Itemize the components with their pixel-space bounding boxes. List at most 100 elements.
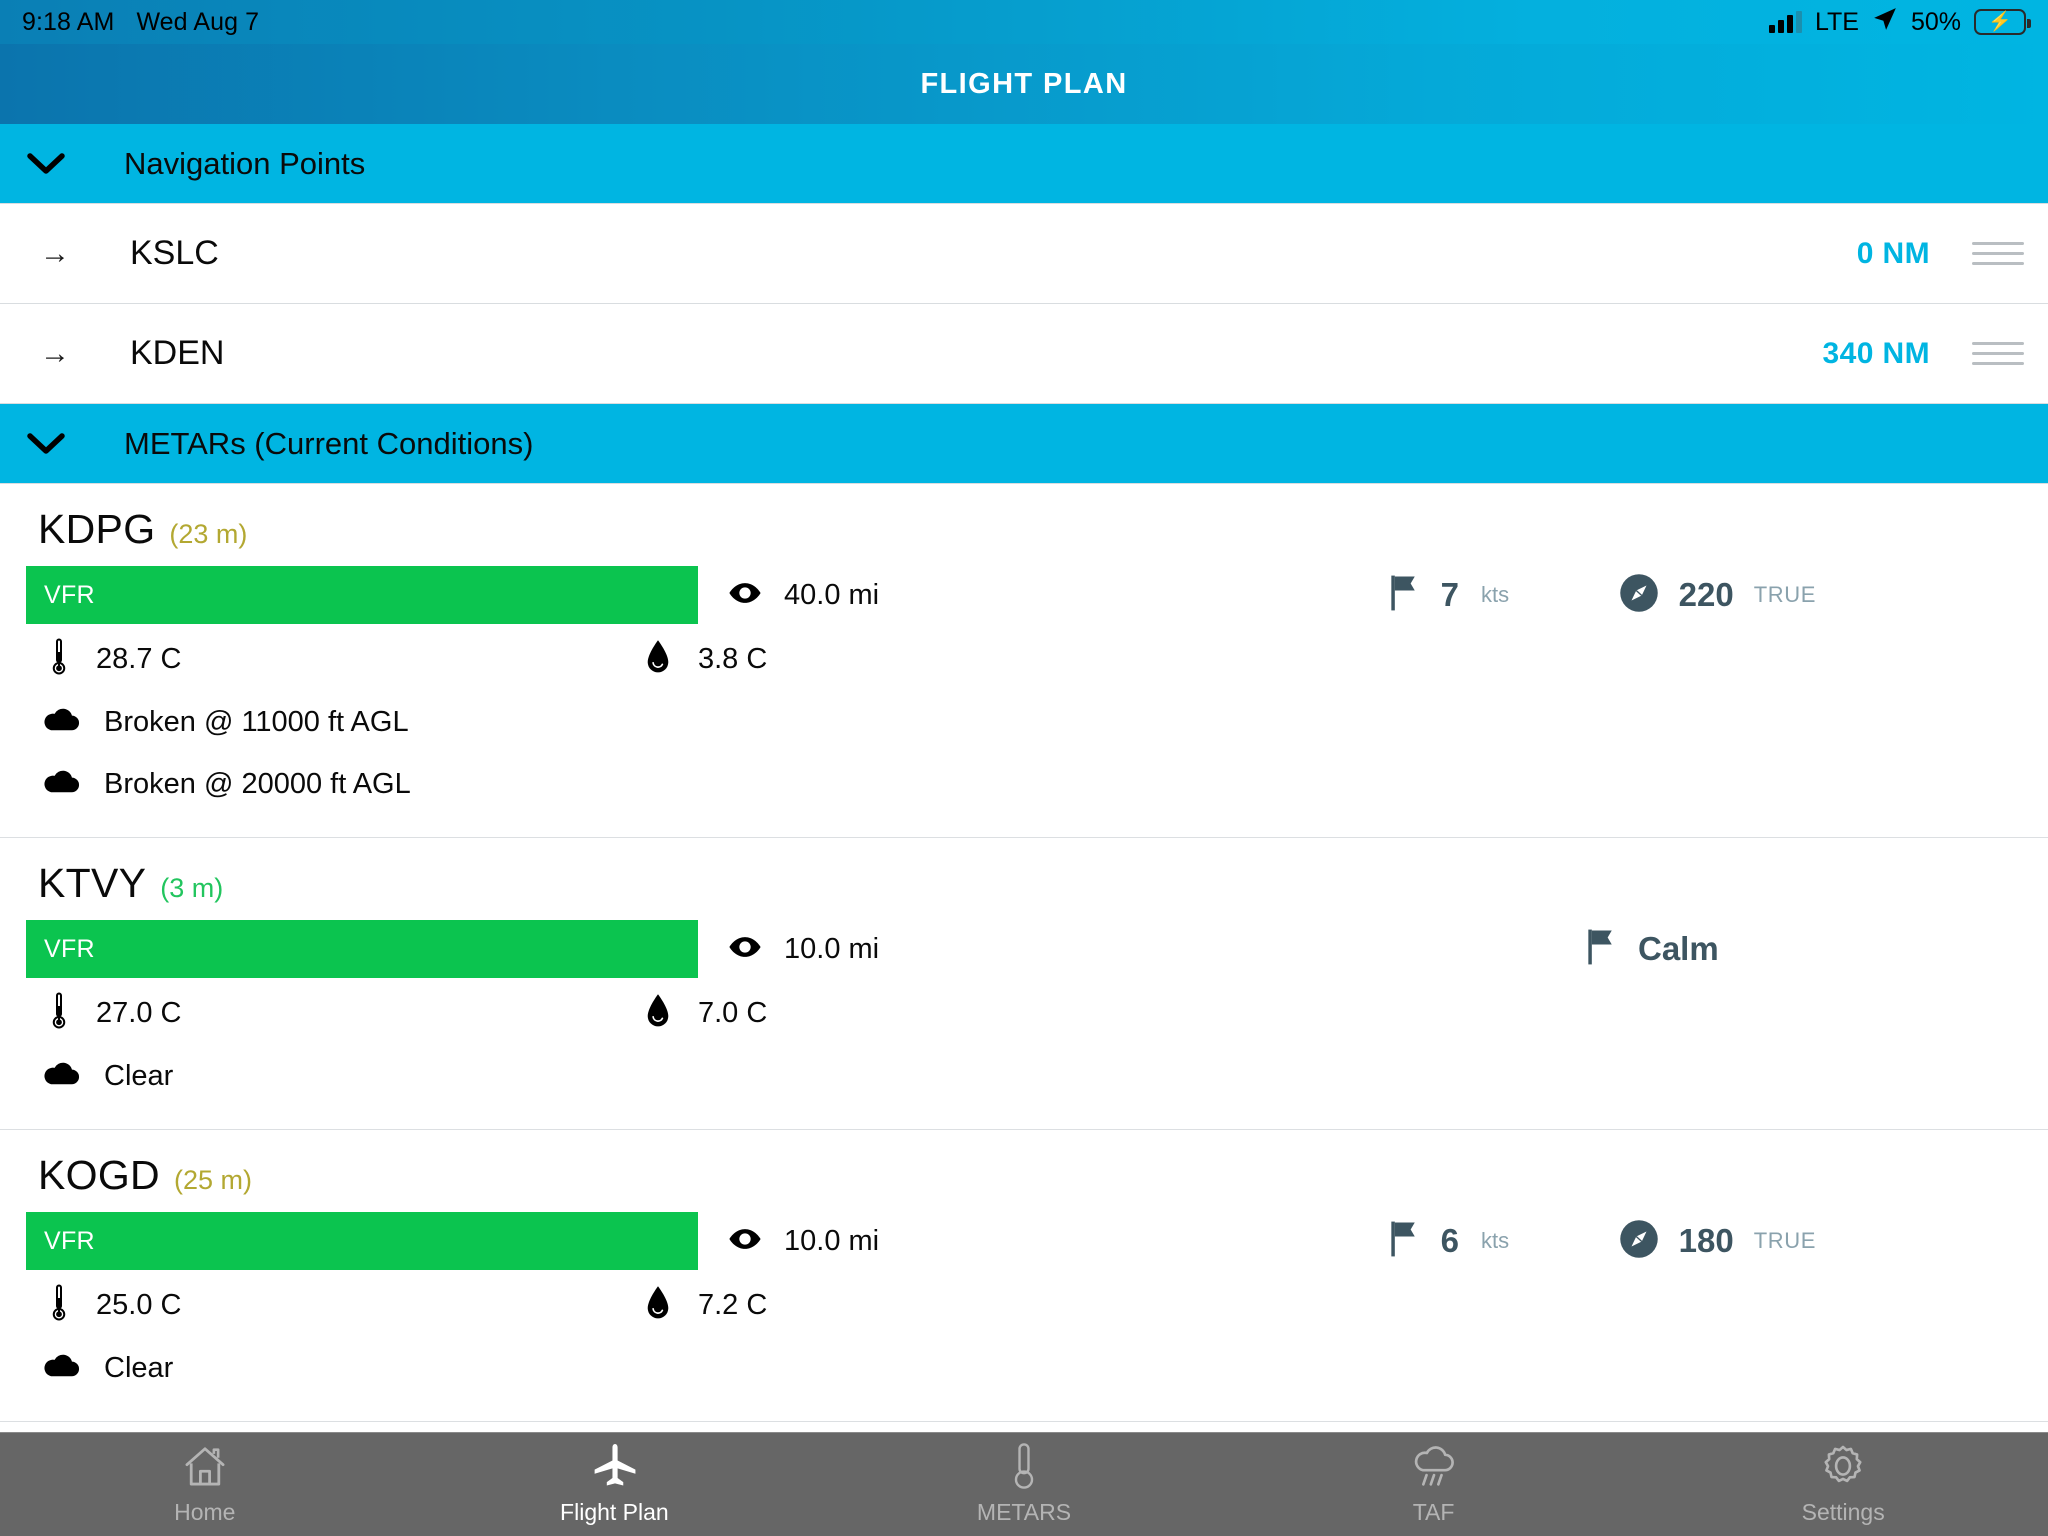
dewpoint-value: 3.8 C xyxy=(698,642,768,675)
drag-handle-icon[interactable] xyxy=(1972,342,2024,365)
flight-category-badge: VFR xyxy=(26,1212,698,1270)
flight-category-badge: VFR xyxy=(26,566,698,624)
dewpoint-cell: 7.2 C xyxy=(644,1285,767,1326)
station-age: (23 m) xyxy=(169,519,248,549)
metar-card[interactable]: KDPG (23 m) VFR 40.0 mi 7 kts 220 TRUE 28.7 C 3.8… xyxy=(0,484,2048,838)
status-bar-right: LTE 50% ⚡ xyxy=(1768,6,2031,39)
station-id: KTVY xyxy=(38,860,147,906)
status-bar-left: 9:18 AM Wed Aug 7 xyxy=(22,8,259,37)
eye-icon xyxy=(728,1222,762,1261)
wind-speed-cell: 6 kts xyxy=(1389,1220,1619,1263)
wind-group: Calm xyxy=(1586,928,2048,971)
rain-cloud-icon xyxy=(1409,1443,1459,1489)
chevron-down-icon[interactable] xyxy=(24,151,68,177)
metar-station-header: KDPG (23 m) xyxy=(0,500,2048,563)
arrow-right-icon: → xyxy=(40,236,70,270)
cloud-layer-row: Clear xyxy=(0,1045,2048,1107)
location-arrow-icon xyxy=(1872,6,1898,39)
metar-card[interactable]: KTVY (3 m) VFR 10.0 mi Calm 27.0 C 7.0 C Clear xyxy=(0,838,2048,1130)
arrow-right-icon: → xyxy=(40,336,70,370)
flight-category-label: VFR xyxy=(44,1226,95,1255)
thermometer-icon xyxy=(44,1283,74,1328)
temperature-value: 28.7 C xyxy=(96,642,182,675)
tab-taf[interactable]: TAF xyxy=(1229,1443,1639,1526)
wind-direction-cell: 220 TRUE xyxy=(1619,573,1816,618)
title-bar: FLIGHT PLAN xyxy=(0,44,2048,124)
status-date: Wed Aug 7 xyxy=(136,7,260,36)
cloud-layer-text: Broken @ 20000 ft AGL xyxy=(104,767,411,800)
visibility-value: 40.0 mi xyxy=(784,578,880,611)
eye-icon xyxy=(728,576,762,615)
section-header-navigation-points[interactable]: Navigation Points xyxy=(0,124,2048,204)
visibility-cell: 10.0 mi xyxy=(728,1222,1068,1261)
airplane-icon xyxy=(588,1443,640,1489)
dewpoint-cell: 3.8 C xyxy=(644,639,767,680)
station-age: (25 m) xyxy=(173,1165,252,1195)
chevron-down-icon[interactable] xyxy=(24,431,68,457)
cloud-icon xyxy=(42,769,80,800)
tab-home[interactable]: Home xyxy=(0,1443,410,1526)
wind-calm: Calm xyxy=(1586,928,1816,971)
cloud-layer-row: Broken @ 20000 ft AGL xyxy=(0,753,2048,815)
compass-icon xyxy=(1619,1219,1659,1264)
tab-label: Home xyxy=(174,1499,236,1525)
thermometer-icon xyxy=(44,637,74,682)
visibility-cell: 10.0 mi xyxy=(728,930,1068,969)
visibility-cell: 40.0 mi xyxy=(728,576,1068,615)
wind-speed-unit: kts xyxy=(1481,1228,1510,1253)
tab-metars[interactable]: METARS xyxy=(819,1443,1229,1526)
flag-icon xyxy=(1389,574,1419,617)
drag-handle-icon[interactable] xyxy=(1972,242,2024,265)
cloud-layer-text: Clear xyxy=(104,1059,174,1092)
temperature-value: 25.0 C xyxy=(96,1288,182,1321)
wind-speed-value: 7 xyxy=(1440,576,1459,613)
flight-category-label: VFR xyxy=(44,934,95,963)
cloud-layer-row: Clear xyxy=(0,1337,2048,1399)
thermometer-icon xyxy=(44,991,74,1036)
flight-category-label: VFR xyxy=(44,580,95,609)
wind-group: 7 kts 220 TRUE xyxy=(1389,573,2048,618)
compass-icon xyxy=(1619,573,1659,618)
section-title-navigation-points: Navigation Points xyxy=(124,145,366,181)
waypoint-distance: 340 NM xyxy=(1822,336,1930,370)
tab-label: Settings xyxy=(1801,1499,1885,1525)
table-row[interactable]: → KDEN 340 NM xyxy=(0,304,2048,404)
tab-bar[interactable]: Home Flight Plan METARS TAF Settings xyxy=(0,1432,2048,1536)
waypoint-distance: 0 NM xyxy=(1856,236,1930,270)
waypoint-name: KSLC xyxy=(130,234,219,272)
metar-station-header: KTVY (3 m) xyxy=(0,854,2048,917)
temperature-cell: 28.7 C xyxy=(44,637,644,682)
wind-direction-unit: TRUE xyxy=(1753,582,1816,607)
cloud-icon xyxy=(42,707,80,738)
status-time: 9:18 AM xyxy=(22,7,115,36)
wind-direction-value: 220 xyxy=(1678,576,1734,613)
wind-speed-cell: 7 kts xyxy=(1389,574,1619,617)
section-title-metars: METARs (Current Conditions) xyxy=(124,425,534,461)
dewpoint-value: 7.0 C xyxy=(698,996,768,1029)
tab-flight-plan[interactable]: Flight Plan xyxy=(410,1443,820,1526)
battery-charging-icon: ⚡ xyxy=(1974,9,2031,35)
temperature-cell: 27.0 C xyxy=(44,991,644,1036)
status-bar: 9:18 AM Wed Aug 7 LTE 50% ⚡ xyxy=(0,0,2048,44)
station-age: (3 m) xyxy=(160,873,224,903)
temperature-value: 27.0 C xyxy=(96,996,182,1029)
section-header-metars[interactable]: METARs (Current Conditions) xyxy=(0,404,2048,484)
droplet-icon xyxy=(644,1285,672,1326)
metar-card[interactable]: KOGD (25 m) VFR 10.0 mi 6 kts 180 TRUE 25.0 C 7.2… xyxy=(0,1130,2048,1422)
temperature-cell: 25.0 C xyxy=(44,1283,644,1328)
tab-settings[interactable]: Settings xyxy=(1638,1443,2048,1526)
droplet-icon xyxy=(644,639,672,680)
metar-list[interactable]: KDPG (23 m) VFR 40.0 mi 7 kts 220 TRUE 28.7 C 3.8… xyxy=(0,484,2048,1432)
tab-label: Flight Plan xyxy=(560,1499,669,1525)
wind-direction-cell: 180 TRUE xyxy=(1619,1219,1816,1264)
dewpoint-value: 7.2 C xyxy=(698,1288,768,1321)
status-battery-percent: 50% xyxy=(1910,7,1961,36)
cloud-layer-text: Broken @ 11000 ft AGL xyxy=(104,705,409,738)
app-screen: 9:18 AM Wed Aug 7 LTE 50% ⚡ FLIGHT PLAN … xyxy=(0,0,2048,1536)
wind-direction-unit: TRUE xyxy=(1753,1228,1816,1253)
table-row[interactable]: → KSLC 0 NM xyxy=(0,204,2048,304)
cloud-layer-row: Broken @ 11000 ft AGL xyxy=(0,691,2048,753)
wind-direction-value: 180 xyxy=(1678,1222,1734,1259)
thermometer-icon xyxy=(1005,1443,1043,1489)
wind-group: 6 kts 180 TRUE xyxy=(1389,1219,2048,1264)
